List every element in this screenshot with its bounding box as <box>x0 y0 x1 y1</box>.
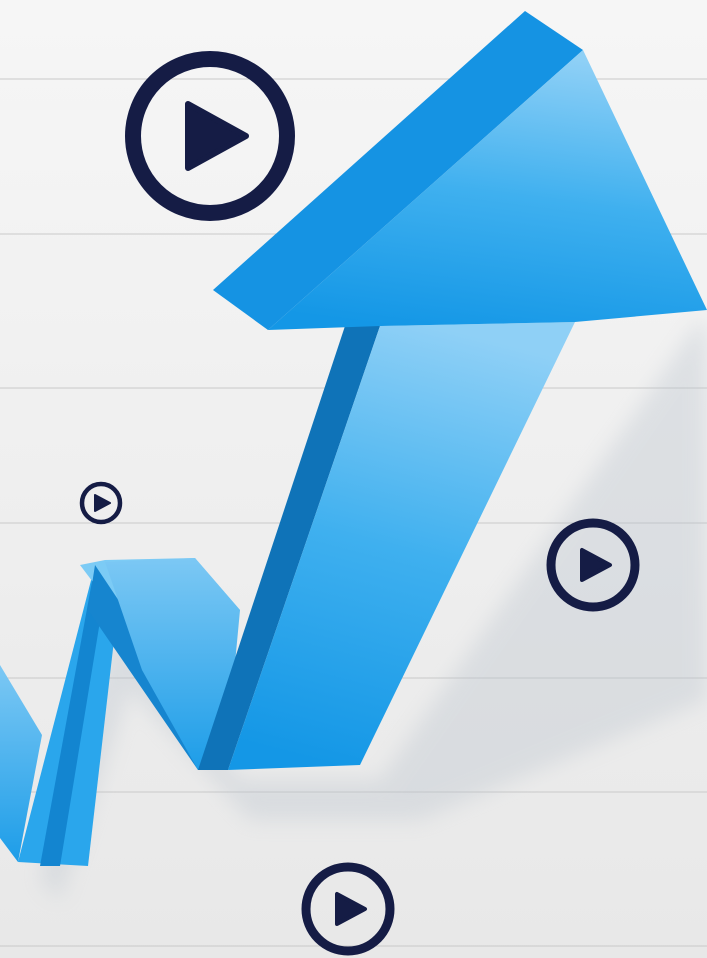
upward-trend-illustration <box>0 0 707 958</box>
